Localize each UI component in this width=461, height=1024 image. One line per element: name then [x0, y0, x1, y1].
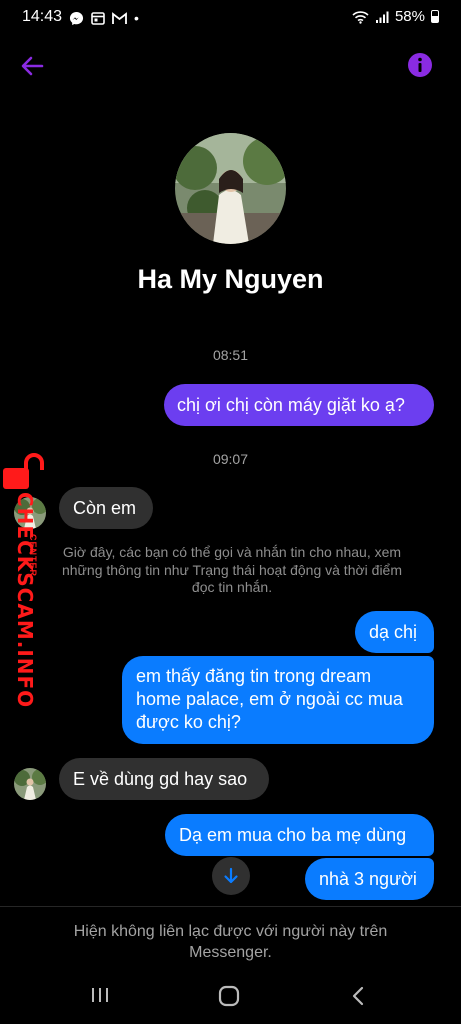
info-icon	[408, 53, 432, 77]
watermark: CHECKSCAM.INFO CENTER	[0, 452, 50, 708]
profile-photo	[175, 133, 286, 244]
message-outgoing[interactable]: dạ chị	[355, 611, 434, 653]
wifi-icon	[352, 10, 369, 24]
message-outgoing[interactable]: chị ơi chị còn máy giặt ko ạ?	[164, 384, 434, 426]
status-dot: •	[134, 10, 139, 26]
divider	[0, 906, 461, 907]
scroll-down-button[interactable]	[212, 857, 250, 895]
message-outgoing[interactable]: em thấy đăng tin trong dream home palace…	[122, 656, 434, 744]
lock-icon	[3, 453, 44, 489]
arrow-down-icon	[224, 867, 238, 884]
watermark-text: CHECKSCAM.INFO	[13, 492, 37, 709]
recent-apps-icon	[92, 988, 108, 1002]
back-button[interactable]	[18, 52, 46, 80]
calendar-icon	[91, 12, 105, 25]
info-button[interactable]	[407, 52, 433, 78]
sender-avatar	[14, 768, 46, 800]
recent-apps-button[interactable]	[90, 985, 110, 1010]
signal-icon	[375, 11, 389, 23]
timestamp: 08:51	[212, 347, 249, 363]
unavailable-note: Hiện không liên lạc được với người này t…	[73, 923, 388, 961]
chevron-left-icon	[352, 986, 364, 1006]
message-outgoing[interactable]: Dạ em mua cho ba mẹ dùng	[165, 814, 434, 856]
home-button[interactable]	[218, 985, 240, 1012]
profile-avatar[interactable]	[175, 133, 286, 244]
message-incoming[interactable]: E về dùng gd hay sao	[59, 758, 269, 800]
home-icon	[218, 985, 240, 1007]
profile-name: Ha My Nguyen	[137, 264, 324, 294]
message-outgoing[interactable]: nhà 3 người	[305, 858, 434, 900]
back-nav-button[interactable]	[349, 985, 369, 1012]
status-bar: 14:43 • 58%	[0, 0, 461, 36]
status-time: 14:43	[22, 8, 63, 25]
system-navbar	[0, 975, 461, 1024]
message-incoming[interactable]: Còn em	[59, 487, 153, 529]
gmail-icon	[112, 11, 127, 24]
battery-percent: 58%	[394, 8, 425, 25]
watermark-subtext: CENTER	[28, 534, 38, 578]
timestamp: 09:07	[212, 451, 249, 467]
arrow-left-icon	[21, 56, 44, 76]
messenger-icon	[69, 11, 84, 25]
system-note: Giờ đây, các bạn có thể gọi và nhắn tin …	[61, 544, 403, 595]
battery-icon	[431, 10, 439, 23]
